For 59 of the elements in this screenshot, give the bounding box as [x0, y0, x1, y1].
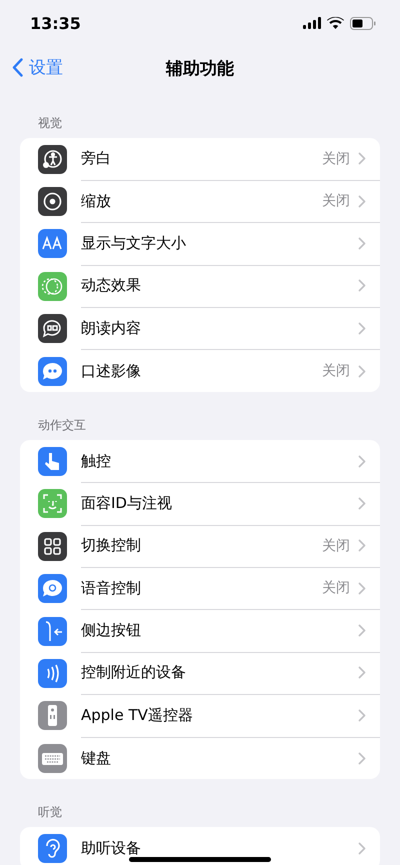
- chevron-icon: [358, 236, 366, 250]
- chevron-icon: [358, 454, 366, 468]
- row-label: 助听设备: [81, 839, 142, 858]
- settings-row[interactable]: 切换控制 关闭: [20, 525, 380, 568]
- section-header: 视觉: [37, 115, 63, 132]
- signal-icon: [303, 17, 321, 29]
- settings-row[interactable]: 控制附近的设备: [20, 652, 380, 695]
- row-value: 关闭: [322, 150, 350, 168]
- chevron-icon: [358, 666, 366, 680]
- row-value: 关闭: [322, 579, 350, 598]
- settings-row[interactable]: Apple TV遥控器: [20, 694, 380, 738]
- row-value: 关闭: [322, 192, 350, 210]
- chevron-icon: [358, 194, 366, 208]
- page-title: 辅助功能: [166, 58, 234, 80]
- wifi-icon: [327, 17, 344, 29]
- section-header: 动作交互: [37, 417, 87, 434]
- row-label: 键盘: [81, 748, 112, 768]
- back-button[interactable]: 设置: [12, 56, 63, 79]
- settings-row[interactable]: 面容ID与注视: [20, 482, 380, 526]
- row-label: 切换控制: [81, 536, 142, 556]
- chevron-icon: [358, 624, 366, 638]
- chevron-icon: [358, 152, 366, 166]
- chevron-icon: [358, 279, 366, 292]
- chevron-icon: [358, 582, 366, 595]
- settings-row[interactable]: 动态效果: [20, 265, 380, 308]
- battery-icon: [350, 16, 376, 30]
- chevron-icon: [358, 539, 366, 552]
- row-label: Apple TV遥控器: [81, 706, 194, 725]
- row-label: 语音控制: [81, 578, 142, 598]
- chevron-icon: [358, 752, 366, 765]
- row-label: 触控: [81, 452, 112, 471]
- settings-row[interactable]: 键盘: [20, 737, 380, 780]
- settings-row[interactable]: 语音控制 关闭: [20, 568, 380, 610]
- status-time: 13:35: [30, 14, 81, 32]
- settings-row[interactable]: 触控: [20, 440, 380, 483]
- settings-row[interactable]: 侧边按钮: [20, 610, 380, 652]
- settings-row[interactable]: 旁白 关闭: [20, 138, 380, 180]
- row-label: 面容ID与注视: [81, 494, 173, 513]
- row-label: 显示与文字大小: [81, 234, 187, 253]
- back-chevron-icon: [12, 58, 23, 77]
- row-label: 缩放: [81, 192, 112, 211]
- row-label: 侧边按钮: [81, 621, 142, 640]
- chevron-icon: [358, 842, 366, 856]
- row-label: 控制附近的设备: [81, 663, 187, 682]
- row-value: 关闭: [322, 362, 350, 380]
- row-label: 朗读内容: [81, 318, 142, 338]
- settings-row[interactable]: 缩放 关闭: [20, 180, 380, 223]
- chevron-icon: [358, 322, 366, 335]
- chevron-icon: [358, 496, 366, 510]
- section-header: 听觉: [37, 804, 63, 822]
- settings-row[interactable]: 朗读内容: [20, 308, 380, 350]
- chevron-icon: [358, 708, 366, 722]
- settings-row[interactable]: 口述影像 关闭: [20, 350, 380, 392]
- row-value: 关闭: [322, 536, 350, 555]
- row-label: 动态效果: [81, 276, 142, 296]
- row-label: 旁白: [81, 149, 112, 168]
- settings-row[interactable]: 显示与文字大小: [20, 222, 380, 266]
- row-label: 口述影像: [81, 362, 142, 381]
- chevron-icon: [358, 364, 366, 378]
